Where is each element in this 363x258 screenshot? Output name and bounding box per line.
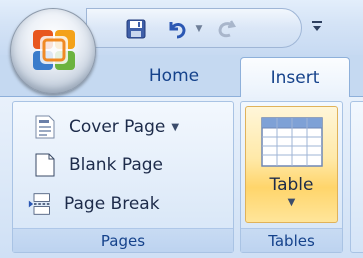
- page-break-label: Page Break: [64, 194, 160, 214]
- blank-page-label: Blank Page: [69, 155, 163, 175]
- undo-button[interactable]: [163, 16, 191, 42]
- table-icon: [260, 117, 323, 167]
- chevron-down-icon: ▼: [171, 121, 180, 133]
- undo-icon: [169, 22, 186, 39]
- ribbon: Cover Page ▼ Blank Page Page Break Pages…: [0, 96, 363, 258]
- blank-page-button[interactable]: Blank Page: [33, 150, 163, 180]
- chevron-down-icon: ▼: [287, 197, 296, 208]
- undo-dropdown[interactable]: ▼: [193, 16, 205, 42]
- tab-insert[interactable]: Insert: [240, 57, 350, 97]
- tables-group: Table ▼ Tables: [240, 101, 343, 253]
- table-button-label: Table: [269, 175, 314, 195]
- table-button[interactable]: Table ▼: [245, 106, 338, 223]
- quick-access-toolbar: ▼: [86, 8, 302, 48]
- save-button[interactable]: [123, 16, 149, 42]
- customize-qat-icon: [312, 21, 322, 31]
- page-break-button[interactable]: Page Break: [28, 189, 160, 219]
- customize-qat-button[interactable]: [310, 12, 324, 40]
- cover-page-button[interactable]: Cover Page ▼: [33, 112, 179, 142]
- cover-page-label: Cover Page: [69, 117, 166, 137]
- save-icon: [126, 19, 146, 39]
- page-break-icon: [28, 191, 52, 217]
- pages-group-label: Pages: [13, 228, 233, 252]
- pages-group: Cover Page ▼ Blank Page Page Break Pages: [12, 101, 234, 253]
- chevron-down-icon: ▼: [195, 24, 203, 34]
- office-logo-icon: [33, 30, 75, 70]
- office-button[interactable]: [10, 8, 96, 94]
- next-group-edge: [350, 101, 363, 253]
- redo-button[interactable]: [213, 16, 241, 42]
- redo-icon: [218, 20, 237, 38]
- tab-home[interactable]: Home: [124, 59, 224, 93]
- blank-page-icon: [33, 152, 57, 178]
- cover-page-icon: [33, 114, 57, 140]
- tables-group-label: Tables: [241, 228, 342, 252]
